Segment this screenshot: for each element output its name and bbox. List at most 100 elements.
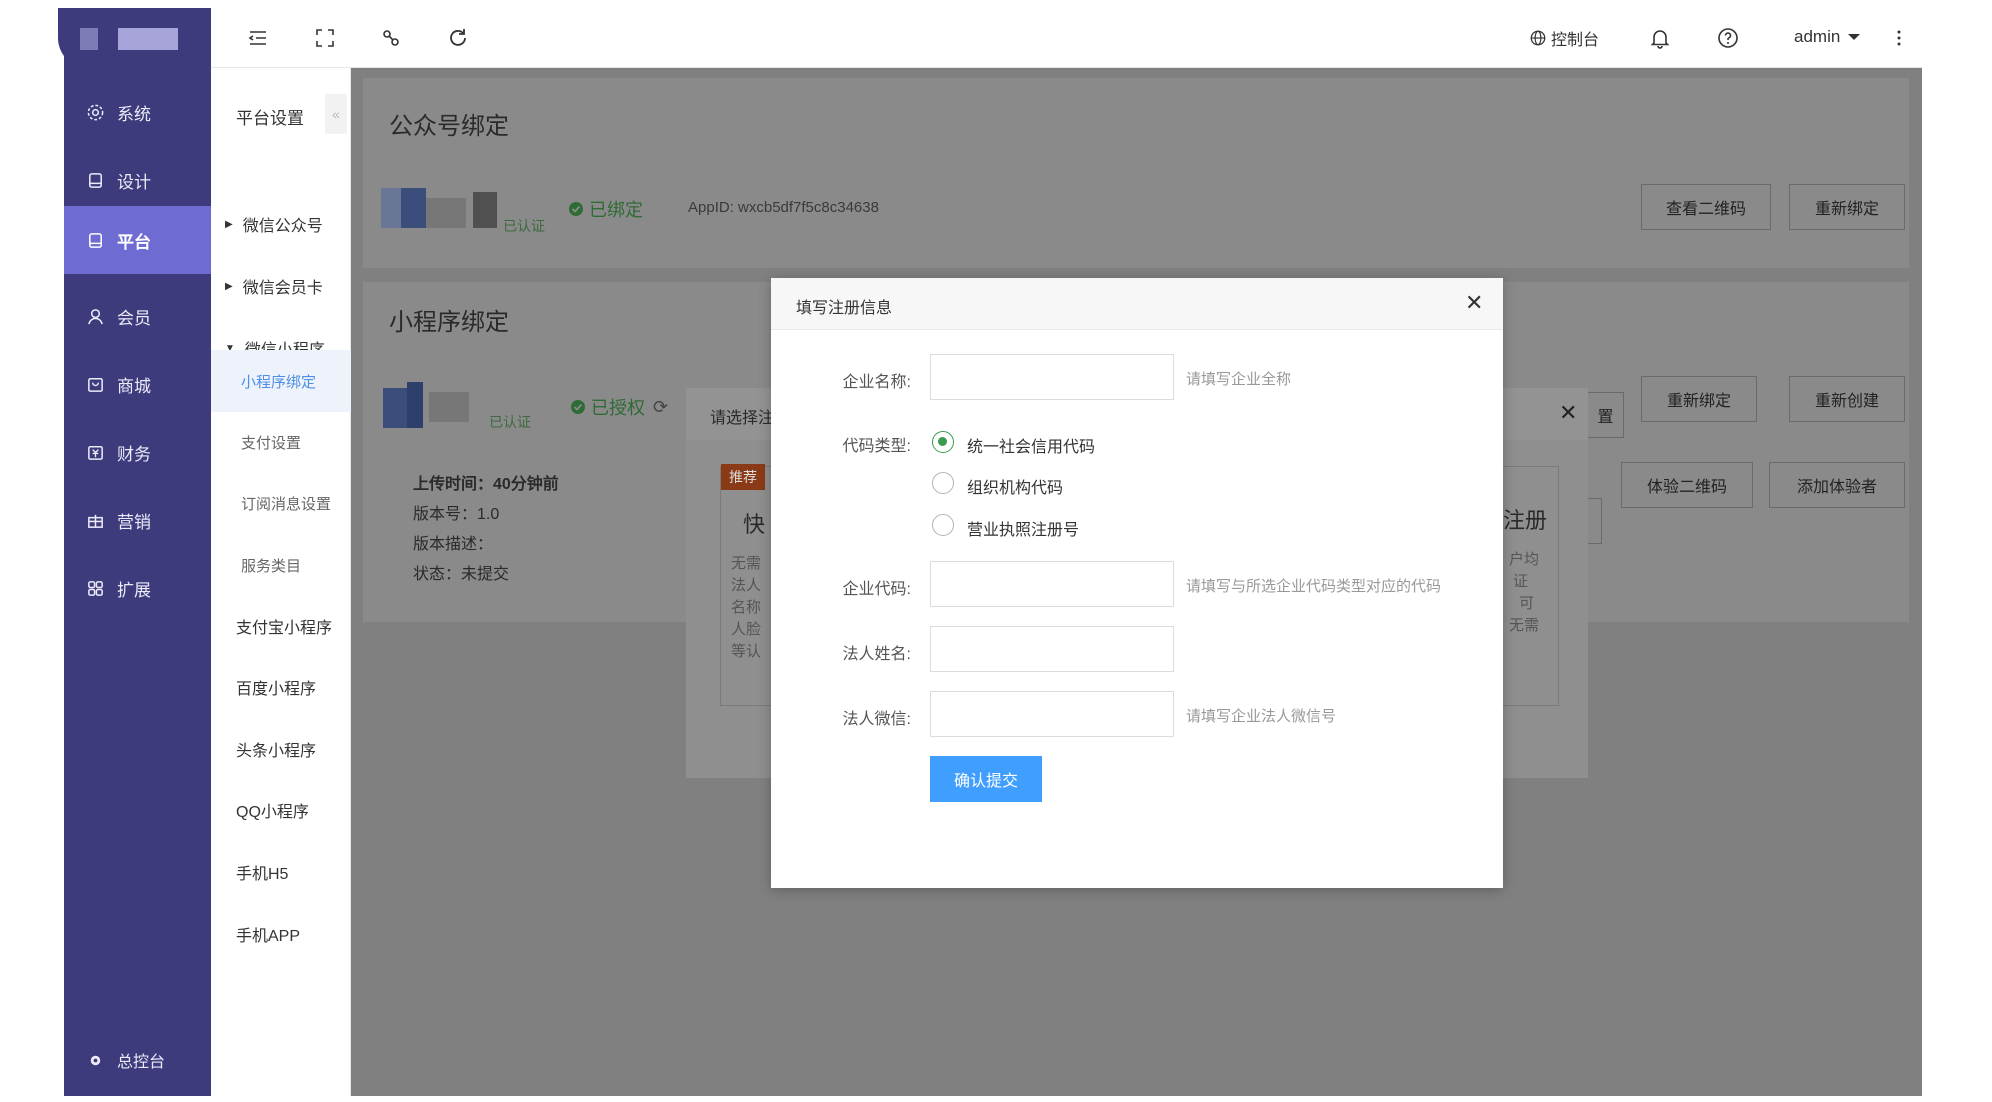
submenu-item-label: 百度小程序 [236, 681, 317, 698]
app-logo[interactable] [58, 8, 206, 68]
submenu-item-baidu[interactable]: 百度小程序 [211, 657, 351, 717]
radio-credit-code[interactable] [932, 431, 954, 453]
sidebar-item-label: 系统 [117, 104, 151, 124]
trial-qrcode-button[interactable]: 体验二维码 [1621, 462, 1753, 508]
submenu-item-service-category[interactable]: 服务类目 [211, 535, 351, 595]
radio-org-code[interactable] [932, 472, 954, 494]
sidebar-item-design[interactable]: 设计 [64, 146, 211, 214]
mini-rebind-button[interactable]: 重新绑定 [1641, 376, 1757, 422]
mini-avatar [383, 388, 407, 428]
fullscreen-icon[interactable] [313, 26, 337, 50]
submenu-item-mini-bind[interactable]: 小程序绑定 [211, 350, 351, 412]
user-icon [88, 308, 103, 324]
account-name-blur [426, 198, 466, 228]
legal-wechat-input[interactable] [930, 691, 1174, 737]
add-tester-button[interactable]: 添加体验者 [1769, 462, 1905, 508]
rebind-button[interactable]: 重新绑定 [1789, 184, 1905, 230]
submenu-item-alipay[interactable]: 支付宝小程序 [211, 596, 351, 656]
submenu-item-h5[interactable]: 手机H5 [211, 842, 351, 902]
close-icon[interactable]: ✕ [1559, 400, 1577, 426]
submenu-item-label: 微信公众号 [242, 218, 323, 235]
submenu-item-wechat-official[interactable]: ▶ 微信公众号 [211, 194, 351, 254]
check-circle-icon [569, 202, 583, 216]
radio-license-number[interactable] [932, 514, 954, 536]
sidebar-item-label: 平台 [117, 232, 151, 252]
top-header: 控制台 admin [211, 8, 1922, 68]
double-left-icon: « [332, 106, 340, 122]
card-description: 无需 法人 名称 人脸 等认 [731, 553, 761, 663]
submenu-item-pay-settings[interactable]: 支付设置 [211, 412, 351, 472]
user-menu[interactable]: admin [1794, 27, 1862, 47]
submenu-item-toutiao[interactable]: 头条小程序 [211, 719, 351, 779]
account-name-blur [473, 192, 497, 228]
account-avatar [381, 188, 401, 228]
radio-org-code-label[interactable]: 组织机构代码 [967, 474, 1063, 498]
company-name-hint: 请填写企业全称 [1186, 371, 1292, 388]
check-circle-icon [571, 400, 585, 414]
sidebar-item-extend[interactable]: 扩展 [64, 554, 211, 622]
refresh-icon[interactable]: ⟳ [653, 397, 668, 418]
help-icon[interactable] [1716, 26, 1740, 50]
submenu-item-wechat-card[interactable]: ▶ 微信会员卡 [211, 256, 351, 316]
submenu-item-qq[interactable]: QQ小程序 [211, 780, 351, 840]
normal-register-card[interactable]: 注册 户均 证 可 无需 [1503, 466, 1559, 706]
submenu-title: 平台设置 [236, 109, 304, 128]
legal-wechat-label: 法人微信: [842, 711, 911, 728]
refresh-icon[interactable] [446, 26, 470, 50]
partial-hidden-button[interactable]: 置 [1588, 392, 1624, 438]
submit-state: 状态：未提交 [413, 566, 510, 583]
sidebar-item-master-console[interactable]: 总控台 [64, 1026, 211, 1094]
company-code-input[interactable] [930, 561, 1174, 607]
avatar-tile [407, 382, 423, 428]
sidebar-item-shop[interactable]: 商城 [64, 350, 211, 418]
submenu-item-label: QQ小程序 [236, 804, 309, 821]
mini-program-title: 小程序绑定 [389, 309, 509, 336]
card-line: 名称 [731, 599, 762, 616]
legal-wechat-hint: 请填写企业法人微信号 [1186, 708, 1337, 725]
shop-icon [88, 377, 103, 392]
sidebar-item-system[interactable]: 系统 [64, 78, 211, 146]
globe-icon [1530, 30, 1546, 46]
sidebar-item-label: 扩展 [117, 580, 151, 600]
sidebar-item-member[interactable]: 会员 [64, 282, 211, 350]
sidebar-item-finance[interactable]: 财务 [64, 418, 211, 486]
user-name: admin [1794, 27, 1841, 46]
avatar-tile [401, 188, 426, 228]
sidebar-item-marketing[interactable]: 营销 [64, 486, 211, 554]
gear-icon [90, 1055, 101, 1065]
view-qrcode-button[interactable]: 查看二维码 [1641, 184, 1771, 230]
sidebar-item-label: 营销 [117, 512, 151, 532]
submenu-item-app[interactable]: 手机APP [211, 904, 351, 964]
card-title: 注册 [1503, 508, 1548, 533]
collapse-submenu-button[interactable]: « [325, 94, 347, 134]
radio-credit-code-label[interactable]: 统一社会信用代码 [967, 433, 1095, 457]
confirm-submit-button[interactable]: 确认提交 [930, 756, 1042, 802]
caret-down-icon [1848, 34, 1861, 40]
bell-icon[interactable] [1648, 26, 1672, 50]
link-icon[interactable] [379, 26, 403, 50]
close-icon[interactable]: ✕ [1465, 290, 1483, 316]
caret-right-icon: ▶ [225, 218, 233, 230]
console-label: 控制台 [1551, 32, 1600, 49]
mini-name-blur [429, 392, 469, 422]
card-line: 无需 [1509, 617, 1540, 634]
sidebar-item-platform[interactable]: 平台 [64, 206, 211, 274]
card-line: 等认 [731, 643, 762, 660]
platform-submenu: 平台设置 « ▶ 微信公众号 ▶ 微信会员卡 ▼ 微信小程序 小程序绑定 支付设… [211, 68, 351, 1096]
gift-icon [88, 514, 103, 528]
main-sidebar: 系统 设计 平台 会员 商城 财务 营销 扩展 总控台 [64, 8, 211, 1096]
legal-name-label: 法人姓名: [842, 646, 911, 663]
legal-name-input[interactable] [930, 626, 1174, 672]
more-vertical-icon[interactable] [1887, 26, 1911, 50]
appid-text: AppID: wxcb5df7f5c8c34638 [688, 199, 879, 216]
menu-fold-icon[interactable] [246, 26, 270, 50]
submenu-item-subscribe-msg[interactable]: 订阅消息设置 [211, 473, 351, 533]
console-link[interactable]: 控制台 [1529, 26, 1599, 50]
recreate-button[interactable]: 重新创建 [1789, 376, 1905, 422]
radio-license-number-label[interactable]: 营业执照注册号 [967, 516, 1079, 540]
company-name-input[interactable] [930, 354, 1174, 400]
gear-icon [87, 104, 104, 120]
card-line: 户均 [1509, 551, 1540, 568]
submenu-item-label: 服务类目 [241, 557, 302, 575]
company-name-label: 企业名称: [842, 374, 911, 391]
